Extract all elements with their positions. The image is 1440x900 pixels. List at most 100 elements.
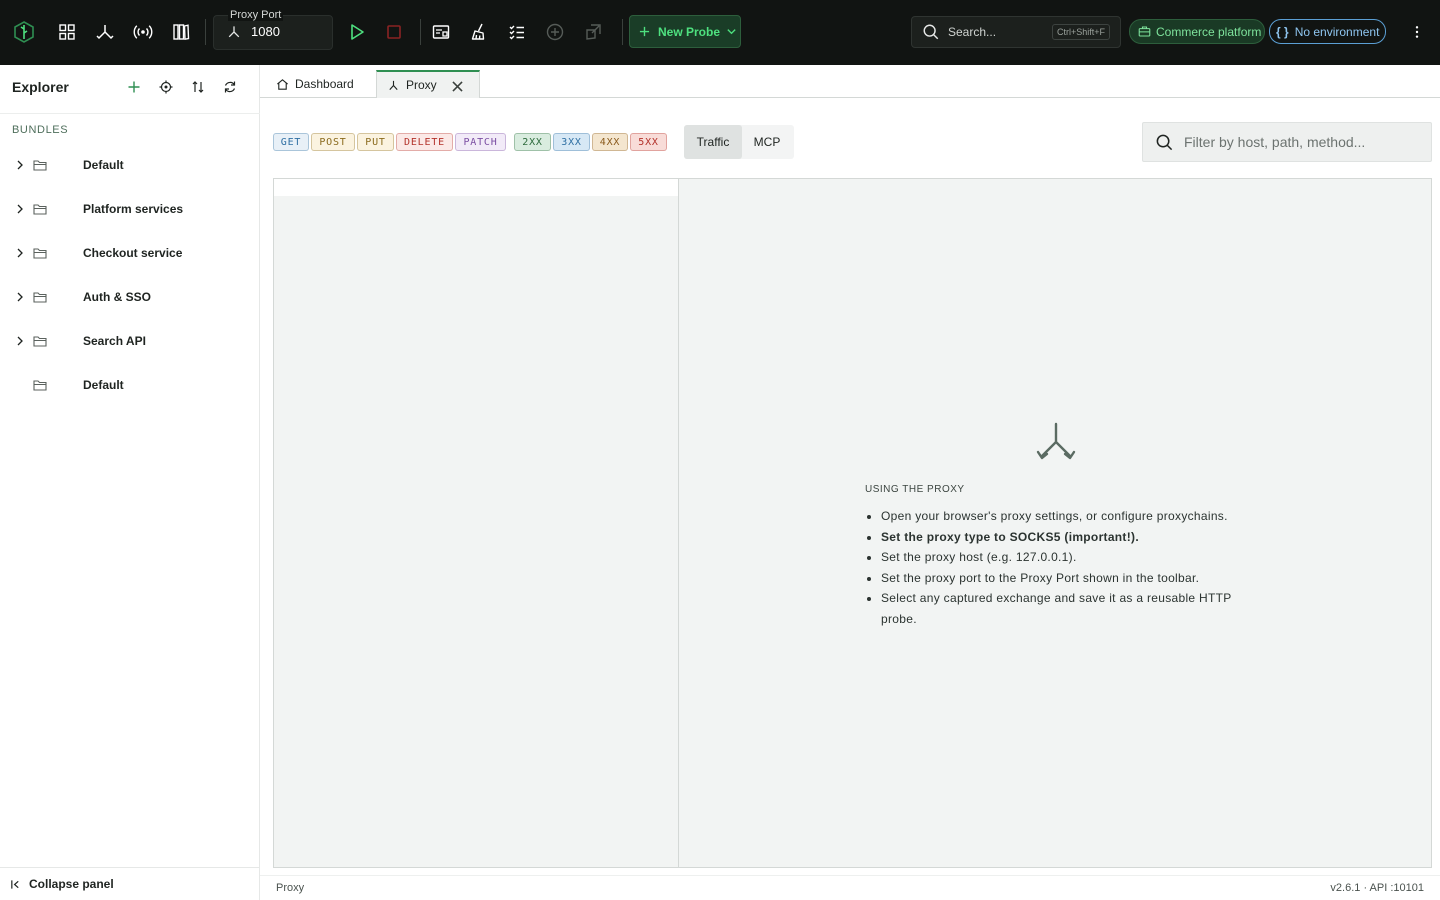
proxy-port-icon (228, 26, 240, 38)
play-icon[interactable] (340, 14, 374, 50)
sidebar-divider (0, 113, 260, 114)
status-filter-5xx[interactable]: 5XX (630, 133, 667, 151)
grid-icon[interactable] (50, 14, 84, 50)
proxy-port-value[interactable]: 1080 (251, 24, 280, 39)
status-version: v2.6.1 · API :10101 (1330, 882, 1424, 894)
search-icon (1156, 134, 1173, 150)
instruction-step: Open your browser's proxy settings, or c… (881, 506, 1261, 527)
chevron-right-icon[interactable] (14, 203, 26, 215)
bundle-item[interactable]: Default (0, 365, 259, 405)
method-filter-delete[interactable]: DELETE (396, 133, 453, 151)
empty-state-title: USING THE PROXY (865, 484, 965, 495)
status-filter-2xx[interactable]: 2XX (514, 133, 551, 151)
toolbar-divider (622, 19, 623, 45)
method-filter-get[interactable]: GET (273, 133, 309, 151)
proxy-fork-icon[interactable] (88, 14, 122, 50)
bundle-item[interactable]: Platform services (0, 189, 259, 229)
logo-icon[interactable] (7, 14, 41, 50)
environment-selector[interactable]: { } No environment (1269, 19, 1386, 44)
method-filter-put[interactable]: PUT (357, 133, 394, 151)
stop-icon[interactable] (377, 14, 411, 50)
traffic-split-view: USING THE PROXY Open your browser's prox… (273, 178, 1432, 868)
close-icon[interactable] (451, 80, 464, 93)
target-icon[interactable] (155, 76, 177, 98)
method-filter-patch[interactable]: PATCH (455, 133, 506, 151)
add-circle-icon[interactable] (538, 14, 572, 50)
folder-icon (33, 248, 47, 259)
chevron-right-icon[interactable] (14, 335, 26, 347)
broom-icon[interactable] (462, 14, 496, 50)
view-toggle: Traffic MCP (684, 125, 794, 159)
search-icon (923, 24, 939, 40)
tab-dashboard[interactable]: Dashboard (274, 70, 354, 98)
workspace-selector[interactable]: Commerce platform (1129, 19, 1265, 44)
explorer-title: Explorer (12, 79, 69, 95)
bundle-item[interactable]: Search API (0, 321, 259, 361)
folder-icon (33, 204, 47, 215)
braces-icon: { } (1276, 24, 1289, 39)
collapse-panel-button[interactable]: Collapse panel (0, 867, 259, 900)
folder-icon (33, 380, 47, 391)
bundle-label: Default (83, 158, 124, 172)
inbox-card-icon[interactable] (424, 14, 458, 50)
new-probe-button[interactable]: New Probe (629, 15, 741, 48)
refresh-icon[interactable] (219, 76, 241, 98)
status-filter-3xx[interactable]: 3XX (553, 133, 590, 151)
sort-icon[interactable] (187, 76, 209, 98)
checklist-icon[interactable] (500, 14, 534, 50)
mcp-view-button[interactable]: MCP (742, 125, 792, 159)
bundle-label: Auth & SSO (83, 290, 151, 304)
bundle-item[interactable]: Auth & SSO (0, 277, 259, 317)
traffic-list-pane[interactable] (274, 179, 679, 867)
proxy-fork-icon (389, 80, 398, 90)
plus-icon (639, 26, 650, 37)
chevron-right-icon[interactable] (14, 247, 26, 259)
toolbar-divider (205, 19, 206, 45)
explorer-sidebar: Explorer BUNDLES Default Platform servic… (0, 65, 260, 900)
home-icon (277, 78, 288, 90)
bundle-label: Default (83, 378, 124, 392)
proxy-fork-icon (1036, 422, 1076, 460)
global-search-input[interactable]: Search... Ctrl+Shift+F (911, 16, 1121, 48)
bundle-item[interactable]: Default (0, 145, 259, 185)
bundle-label: Platform services (83, 202, 184, 216)
search-shortcut-badge: Ctrl+Shift+F (1051, 24, 1110, 40)
toolbar-divider (420, 19, 421, 45)
library-icon[interactable] (164, 14, 198, 50)
traffic-filter-input[interactable] (1184, 134, 1424, 150)
tab-label: Dashboard (295, 77, 354, 91)
instruction-step: Set the proxy port to the Proxy Port sho… (881, 568, 1261, 589)
instruction-step: Set the proxy host (e.g. 127.0.0.1). (881, 547, 1261, 568)
search-placeholder: Search... (948, 25, 997, 39)
top-toolbar: Proxy Port 1080 New Probe Search... Ctrl… (0, 0, 1440, 65)
traffic-view-button[interactable]: Traffic (684, 125, 742, 159)
export-icon[interactable] (576, 14, 610, 50)
proxy-view: GET POST PUT DELETE PATCH 2XX 3XX 4XX 5X… (260, 98, 1440, 875)
folder-icon (33, 160, 47, 171)
status-current-view: Proxy (276, 882, 305, 894)
traffic-list-header (274, 179, 678, 196)
bundle-item[interactable]: Checkout service (0, 233, 259, 273)
bundle-label: Search API (83, 334, 146, 348)
instruction-step: Select any captured exchange and save it… (881, 588, 1261, 629)
proxy-instructions-list: Open your browser's proxy settings, or c… (881, 506, 1261, 629)
collapse-panel-label: Collapse panel (29, 877, 114, 891)
folder-icon (33, 336, 47, 347)
chevron-down-icon (727, 29, 736, 35)
method-filter-post[interactable]: POST (311, 133, 355, 151)
chevron-right-icon[interactable] (14, 291, 26, 303)
status-bar: Proxy v2.6.1 · API :10101 (260, 875, 1440, 900)
new-probe-label: New Probe (658, 24, 721, 39)
collapse-left-icon (11, 879, 19, 889)
instruction-step: Set the proxy type to SOCKS5 (important!… (881, 527, 1261, 548)
briefcase-icon (1138, 26, 1151, 37)
editor-tabs: Dashboard Proxy (260, 65, 1440, 98)
broadcast-icon[interactable] (126, 14, 160, 50)
add-icon[interactable] (123, 76, 145, 98)
traffic-filter-field[interactable] (1142, 122, 1432, 162)
chevron-right-icon[interactable] (14, 159, 26, 171)
proxy-port-label: Proxy Port (228, 9, 284, 21)
status-filter-4xx[interactable]: 4XX (592, 133, 628, 151)
more-icon[interactable] (1406, 20, 1428, 44)
tab-proxy[interactable]: Proxy (376, 70, 480, 98)
